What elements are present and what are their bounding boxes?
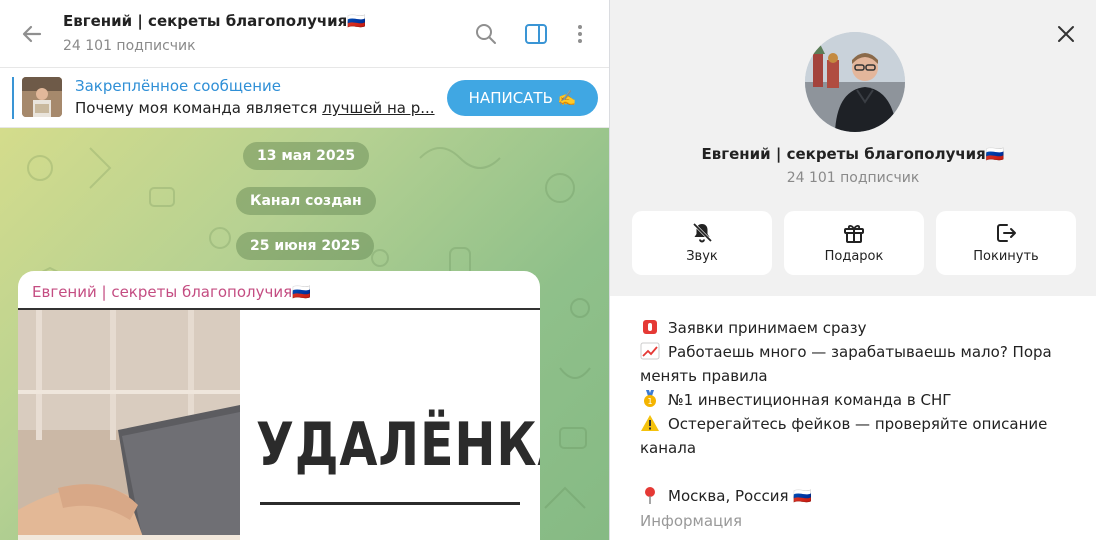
pinned-indicator [12, 77, 14, 119]
profile-pane: Евгений | секреты благополучия🇷🇺 24 101 … [610, 0, 1096, 540]
service-message: Канал создан [236, 187, 376, 215]
pinned-text: Почему моя команда является лучшей на р.… [75, 99, 435, 117]
profile-header: Евгений | секреты благополучия🇷🇺 24 101 … [610, 0, 1096, 296]
pinned-thumbnail [22, 77, 62, 117]
chat-header: Евгений | секреты благополучия🇷🇺 24 101 … [0, 0, 609, 68]
warning-icon [641, 415, 659, 431]
close-icon[interactable] [1054, 22, 1078, 46]
description-line: Остерегайтесь фейков — проверяйте описан… [668, 415, 1048, 433]
description-line: канала [640, 439, 697, 457]
leave-button[interactable]: Покинуть [936, 211, 1076, 275]
description-line: №1 инвестиционная команда в СНГ [668, 391, 952, 409]
post-image-title: УДАЛЁНКА [256, 410, 540, 480]
gift-icon [844, 224, 864, 243]
chat-subscriber-count: 24 101 подписчик [63, 38, 196, 54]
description-line: Работаешь много — зарабатываешь мало? По… [668, 343, 1052, 361]
post-image-cover: УДАЛЁНКА [240, 310, 540, 540]
description-line: Москва, Россия 🇷🇺 [668, 487, 812, 505]
mute-label: Звук [686, 249, 718, 264]
back-arrow-icon[interactable] [18, 20, 46, 48]
mute-button[interactable]: Звук [632, 211, 772, 275]
sidebar-toggle-icon[interactable] [524, 22, 548, 46]
more-vertical-icon[interactable] [568, 22, 592, 46]
profile-subscriber-count: 24 101 подписчик [786, 170, 920, 186]
bell-off-icon [692, 222, 713, 243]
location-pin-icon [645, 487, 655, 504]
date-separator: 25 июня 2025 [236, 232, 375, 260]
leave-label: Покинуть [973, 249, 1039, 264]
avatar[interactable] [805, 32, 905, 132]
medal-icon: 1 [644, 390, 656, 407]
search-icon[interactable] [474, 22, 498, 46]
chat-pane: Евгений | секреты благополучия🇷🇺 24 101 … [0, 0, 610, 540]
pinned-message-bar[interactable]: Закреплённое сообщение Почему моя команд… [0, 69, 609, 128]
description-line: менять правила [640, 367, 768, 385]
post-author[interactable]: Евгений | секреты благополучия🇷🇺 [32, 283, 311, 301]
channel-post[interactable]: Евгений | секреты благополучия🇷🇺 УДАЛЁНК [18, 271, 540, 540]
gift-button[interactable]: Подарок [784, 211, 924, 275]
leave-icon [997, 224, 1016, 242]
profile-name: Евгений | секреты благополучия🇷🇺 [701, 145, 1005, 163]
post-image-underline [260, 502, 520, 505]
siren-icon [643, 320, 657, 334]
description-line: Заявки принимаем сразу [668, 319, 867, 337]
chat-title[interactable]: Евгений | секреты благополучия🇷🇺 [63, 12, 366, 30]
info-label: Информация [640, 512, 743, 530]
gift-label: Подарок [824, 249, 884, 264]
svg-text:1: 1 [647, 397, 652, 406]
chart-up-icon [640, 342, 660, 360]
date-separator: 13 мая 2025 [243, 142, 370, 170]
channel-description: Заявки принимаем сразу Работаешь много —… [640, 316, 1070, 508]
post-photo[interactable] [18, 310, 240, 540]
chat-background: 13 мая 2025 Канал создан 25 июня 2025 Ев… [0, 128, 609, 540]
write-button[interactable]: НАПИСАТЬ ✍️ [447, 80, 598, 116]
pinned-title: Закреплённое сообщение [75, 77, 282, 95]
